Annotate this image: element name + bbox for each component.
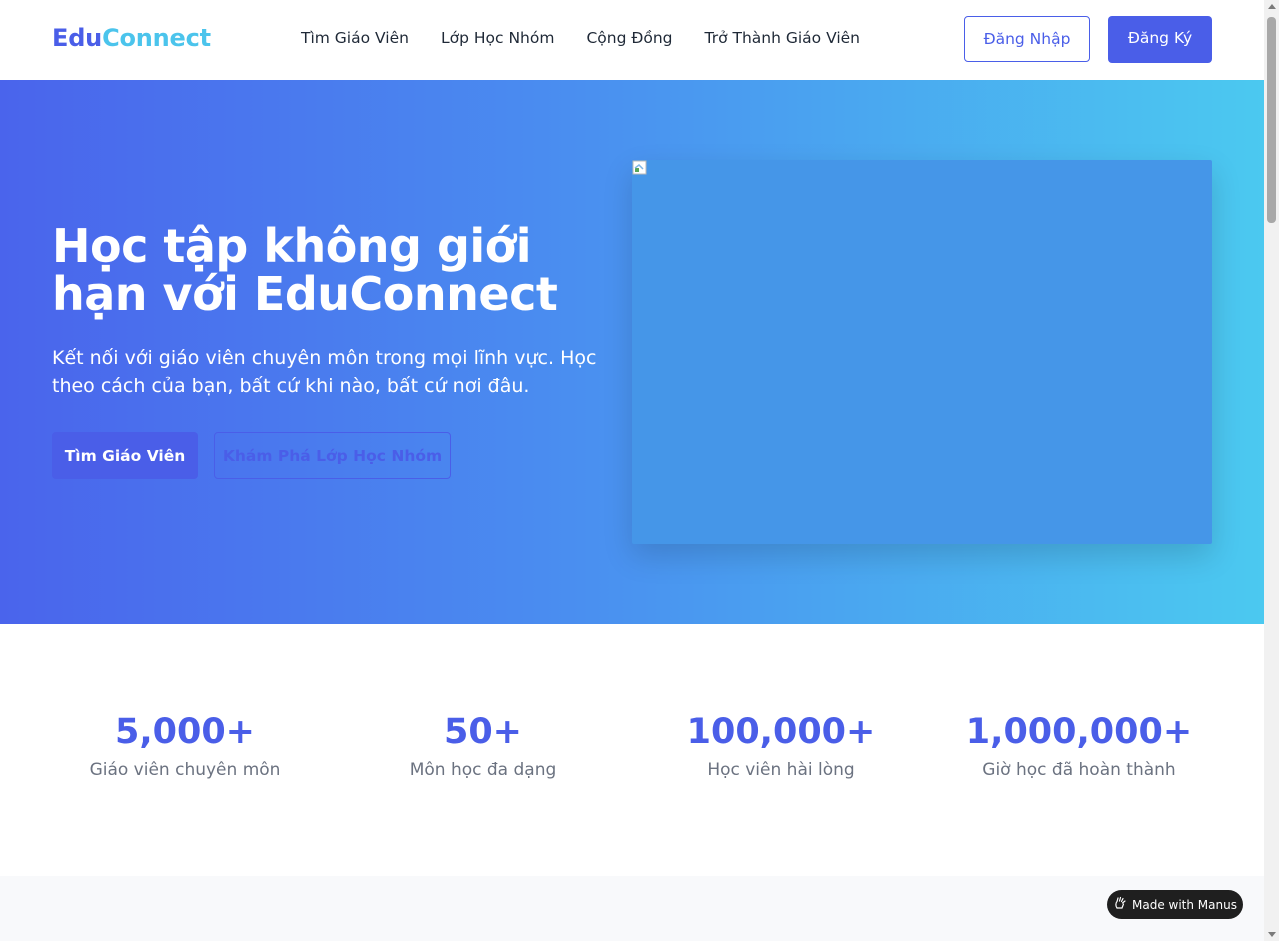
stat-label: Giáo viên chuyên môn bbox=[89, 760, 281, 780]
logo-part-2: Connect bbox=[102, 24, 211, 52]
manus-hand-icon bbox=[1113, 896, 1127, 913]
stat-label: Học viên hài lòng bbox=[707, 760, 855, 780]
stat-value: 100,000+ bbox=[686, 712, 876, 752]
made-with-manus-badge[interactable]: Made with Manus bbox=[1107, 890, 1243, 919]
login-button[interactable]: Đăng Nhập bbox=[964, 16, 1090, 62]
stat-value: 50+ bbox=[443, 712, 523, 752]
scroll-up-arrow-icon[interactable] bbox=[1268, 4, 1276, 9]
broken-image-icon bbox=[632, 160, 648, 176]
badge-label: Made with Manus bbox=[1132, 897, 1237, 912]
nav-item-community[interactable]: Cộng Đồng bbox=[586, 29, 672, 47]
main-nav: Tìm Giáo Viên Lớp Học Nhóm Cộng Đồng Trở… bbox=[301, 29, 860, 47]
logo[interactable]: EduConnect bbox=[52, 24, 211, 52]
logo-part-1: Edu bbox=[52, 24, 103, 52]
stat-label: Môn học đa dạng bbox=[409, 760, 557, 780]
hero-subtitle: Kết nối với giáo viên chuyên môn trong m… bbox=[52, 347, 597, 397]
stats-section: 5,000+ Giáo viên chuyên môn 50+ Môn học … bbox=[0, 624, 1264, 876]
nav-item-become-teacher[interactable]: Trở Thành Giáo Viên bbox=[705, 29, 861, 47]
scroll-thumb[interactable] bbox=[1267, 17, 1276, 223]
scroll-down-arrow-icon[interactable] bbox=[1268, 932, 1276, 937]
stat-value: 5,000+ bbox=[114, 712, 256, 752]
hero-section: Học tập không giới hạn với EduConnect Kế… bbox=[0, 80, 1264, 624]
nav-item-group-classes[interactable]: Lớp Học Nhóm bbox=[441, 29, 554, 47]
hero-image bbox=[632, 160, 1212, 544]
stat-item: 100,000+ Học viên hài lòng bbox=[632, 710, 930, 780]
site-header: EduConnect Tìm Giáo Viên Lớp Học Nhóm Cộ… bbox=[0, 0, 1264, 80]
stat-label: Giờ học đã hoàn thành bbox=[982, 760, 1176, 780]
explore-group-classes-button[interactable]: Khám Phá Lớp Học Nhóm bbox=[214, 432, 451, 479]
register-button[interactable]: Đăng Ký bbox=[1108, 16, 1212, 63]
page-scrollbar[interactable] bbox=[1264, 0, 1279, 941]
nav-item-find-teacher[interactable]: Tìm Giáo Viên bbox=[301, 29, 409, 47]
stat-item: 50+ Môn học đa dạng bbox=[334, 710, 632, 780]
hero-title: Học tập không giới hạn với EduConnect bbox=[52, 219, 558, 321]
next-section bbox=[0, 876, 1264, 941]
find-teacher-button[interactable]: Tìm Giáo Viên bbox=[52, 432, 198, 479]
stat-item: 5,000+ Giáo viên chuyên môn bbox=[36, 710, 334, 780]
stat-item: 1,000,000+ Giờ học đã hoàn thành bbox=[930, 710, 1228, 780]
page: EduConnect Tìm Giáo Viên Lớp Học Nhóm Cộ… bbox=[0, 0, 1264, 941]
stat-value: 1,000,000+ bbox=[965, 712, 1193, 752]
